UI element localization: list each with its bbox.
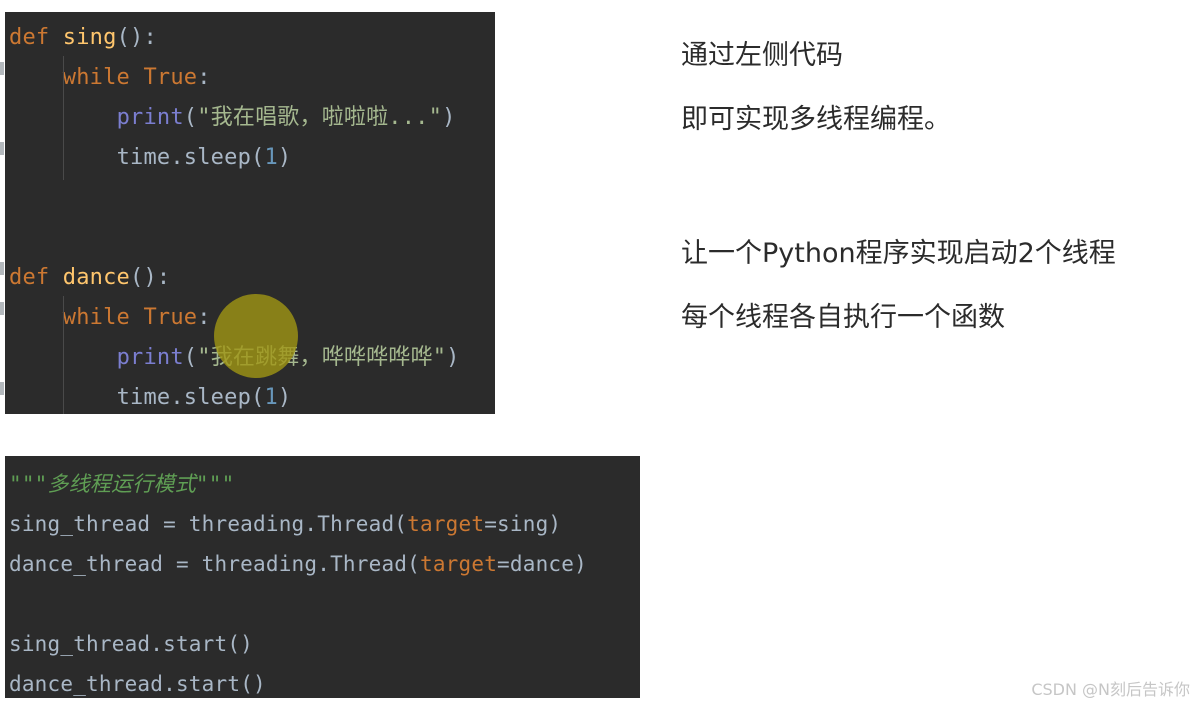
- code-token: ): [446, 345, 460, 370]
- code-token: (: [183, 105, 198, 130]
- indent-guide-icon: [63, 296, 64, 414]
- code-line: while True:: [5, 58, 495, 98]
- code-token: "我在唱歌，啦啦啦...": [197, 105, 443, 130]
- code-token: ): [442, 105, 456, 130]
- code-token: while: [62, 65, 144, 90]
- csdn-watermark: CSDN @N刻后告诉你: [1031, 680, 1190, 699]
- code-token: dance_thread = threading.Thread: [9, 552, 408, 576]
- code-token: ): [277, 145, 292, 170]
- gutter-mark: [0, 262, 4, 275]
- code-token: sing_thread.start: [9, 632, 228, 656]
- code-token: time.sleep: [116, 385, 252, 410]
- code-line: sing_thread.start(): [5, 624, 640, 664]
- indent-guide-icon: [63, 56, 64, 180]
- note-line: 每个线程各自执行一个函数: [681, 302, 1005, 333]
- gutter-mark: [0, 302, 4, 315]
- annotation-note-group-1: 通过左侧代码 即可实现多线程编程。: [681, 24, 951, 152]
- note-line: 即可实现多线程编程。: [681, 104, 951, 135]
- note-line: 通过左侧代码: [681, 40, 843, 71]
- code-token: while: [62, 305, 144, 330]
- code-block-threading: """多线程运行模式""" sing_thread = threading.Thr…: [5, 456, 640, 698]
- code-token: (: [251, 145, 265, 170]
- code-token: dance_thread.start: [9, 672, 241, 696]
- gutter-mark: [0, 142, 4, 155]
- code-token: 1: [264, 145, 278, 170]
- code-line: print("我在唱歌，啦啦啦..."): [5, 98, 495, 138]
- code-token: (: [407, 552, 420, 576]
- code-token: True: [143, 305, 198, 330]
- code-token: time.sleep: [116, 145, 252, 170]
- code-lines-container: """多线程运行模式""" sing_thread = threading.Thr…: [5, 464, 640, 698]
- code-token: (): [240, 672, 266, 696]
- code-token: ): [574, 552, 587, 576]
- code-token: :: [197, 65, 211, 90]
- code-line: print("我在跳舞，哗哗哗哗哗"): [5, 338, 495, 378]
- code-token: target: [407, 512, 485, 536]
- code-token: 1: [264, 385, 278, 410]
- code-line: dance_thread.start(): [5, 664, 640, 698]
- code-line: def sing():: [5, 18, 495, 58]
- code-line: dance_thread = threading.Thread(target=d…: [5, 544, 640, 584]
- code-line: while True:: [5, 298, 495, 338]
- code-token: ): [277, 385, 292, 410]
- code-token: =dance: [497, 552, 575, 576]
- code-lines-container: def sing(): while True: print("我在唱歌，啦啦啦.…: [5, 18, 495, 414]
- gutter-mark: [0, 62, 4, 75]
- code-token: print: [116, 105, 184, 130]
- code-block-sing-dance: def sing(): while True: print("我在唱歌，啦啦啦.…: [5, 12, 495, 414]
- code-token: print: [116, 345, 184, 370]
- code-line: time.sleep(1): [5, 378, 495, 414]
- code-line: """多线程运行模式""": [5, 464, 640, 504]
- code-token: True: [143, 65, 198, 90]
- code-token: def: [9, 265, 63, 290]
- code-token: :: [197, 305, 211, 330]
- code-token: def: [9, 25, 63, 50]
- code-token: =sing: [484, 512, 549, 536]
- code-token: ): [548, 512, 562, 536]
- code-token: ():: [116, 25, 157, 50]
- code-token: (: [251, 385, 265, 410]
- gutter-mark: [0, 382, 4, 395]
- code-token: sing: [62, 25, 117, 50]
- code-token: (): [227, 632, 254, 656]
- code-line: time.sleep(1): [5, 138, 495, 178]
- code-token: sing_thread = threading.Thread: [9, 512, 395, 536]
- code-token: ():: [130, 265, 171, 290]
- code-token: "我在跳舞，哗哗哗哗哗": [197, 345, 447, 370]
- note-line: 让一个Python程序实现启动2个线程: [681, 238, 1116, 269]
- code-token: target: [419, 552, 498, 576]
- code-token: """多线程运行模式""": [9, 472, 235, 496]
- code-token: (: [183, 345, 198, 370]
- annotation-note-group-2: 让一个Python程序实现启动2个线程 每个线程各自执行一个函数: [681, 222, 1116, 350]
- code-token: (: [394, 512, 408, 536]
- code-token: dance: [62, 265, 131, 290]
- code-line: sing_thread = threading.Thread(target=si…: [5, 504, 640, 544]
- code-line: def dance():: [5, 258, 495, 298]
